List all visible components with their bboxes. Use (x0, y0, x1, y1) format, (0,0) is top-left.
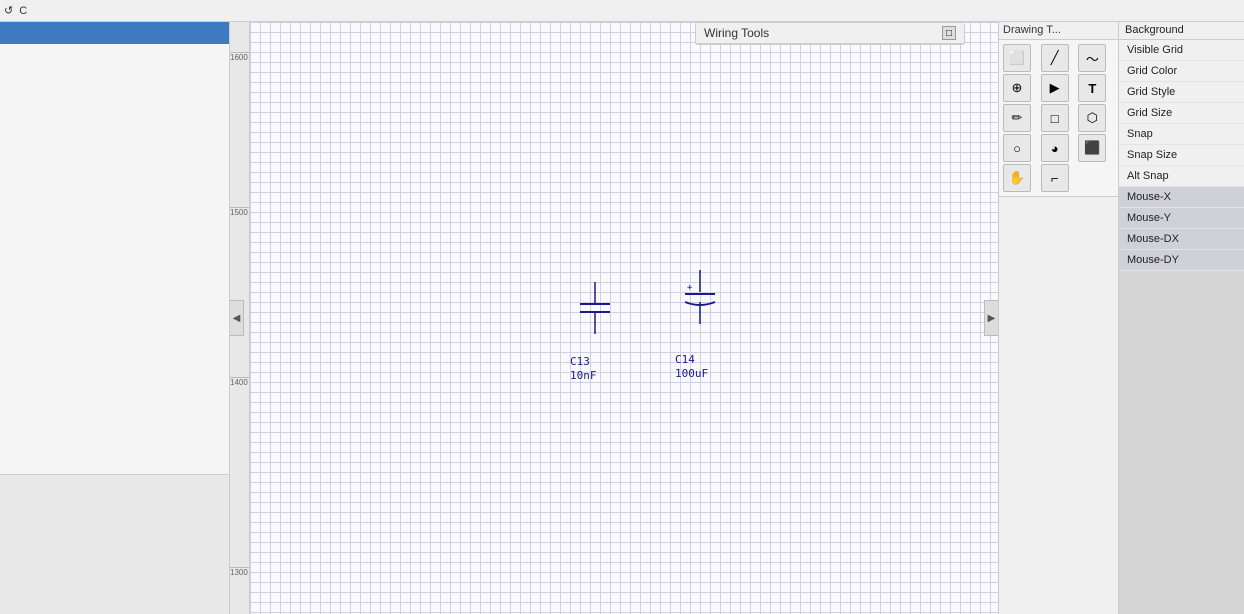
prop-mouse-x[interactable]: Mouse-X (1119, 187, 1244, 208)
drawing-tools-header: Drawing T... (999, 22, 1118, 40)
drawing-tools-panel: Drawing T... ⬜ ╱ 〜 ⊕ ▶ T ✏ □ ⬡ ○ ◕ ⬛ ✋ ⌐ (998, 22, 1118, 614)
ruler-mark-1600: 1600 (230, 52, 249, 62)
capacitor-c13-symbol (570, 282, 620, 352)
ruler-mark-1400: 1400 (230, 377, 249, 387)
prop-mouse-dx[interactable]: Mouse-DX (1119, 229, 1244, 250)
tool-route[interactable]: ⌐ (1041, 164, 1069, 192)
drawing-tools-grid: ⬜ ╱ 〜 ⊕ ▶ T ✏ □ ⬡ ○ ◕ ⬛ ✋ ⌐ (999, 40, 1118, 197)
top-bar: ↺ C (0, 0, 1244, 22)
c14-label: C14 100uF (675, 352, 730, 380)
prop-visible-grid[interactable]: Visible Grid (1119, 40, 1244, 61)
prop-alt-snap[interactable]: Alt Snap (1119, 166, 1244, 187)
collapse-right-button[interactable]: ▶ (984, 300, 998, 336)
prop-snap-size[interactable]: Snap Size (1119, 145, 1244, 166)
tool-draw[interactable]: ✏ (1003, 104, 1031, 132)
component-c13[interactable]: C13 10nF (570, 282, 620, 382)
ruler-mark-1500: 1500 (230, 207, 249, 217)
left-sidebar-top (0, 22, 229, 44)
tool-circle[interactable]: ○ (1003, 134, 1031, 162)
undo-button[interactable]: ↺ (4, 4, 13, 17)
properties-bottom (1119, 271, 1244, 614)
tool-add-text[interactable]: T (1078, 74, 1106, 102)
canvas-wrapper[interactable]: 1600 1500 1400 1300 (230, 22, 998, 614)
properties-panel: Background Visible Grid Grid Color Grid … (1118, 22, 1244, 614)
tool-rectangle[interactable]: □ (1041, 104, 1069, 132)
c13-label: C13 10nF (570, 354, 620, 382)
tool-polygon[interactable]: ⬡ (1078, 104, 1106, 132)
component-c14[interactable]: + C14 100uF (675, 270, 730, 380)
svg-text:+: + (687, 283, 693, 293)
tool-select[interactable]: ⬜ (1003, 44, 1031, 72)
tool-bus[interactable]: 〜 (1078, 44, 1106, 72)
tool-arc[interactable]: ◕ (1041, 134, 1069, 162)
prop-grid-style[interactable]: Grid Style (1119, 82, 1244, 103)
wiring-tools-header[interactable]: Wiring Tools □ (696, 23, 964, 44)
tool-add-junction[interactable]: ⊕ (1003, 74, 1031, 102)
wiring-tools-panel: Wiring Tools □ (695, 22, 965, 45)
wiring-tools-close-button[interactable]: □ (942, 26, 956, 40)
prop-snap[interactable]: Snap (1119, 124, 1244, 145)
prop-mouse-dy[interactable]: Mouse-DY (1119, 250, 1244, 271)
tool-pan[interactable]: ✋ (1003, 164, 1031, 192)
wiring-tools-title: Wiring Tools (704, 26, 769, 40)
canvas-grid[interactable]: 1600 1500 1400 1300 (230, 22, 998, 614)
capacitor-c14-symbol: + (675, 270, 730, 350)
prop-grid-color[interactable]: Grid Color (1119, 61, 1244, 82)
canvas-area: Wiring Tools □ 1600 1500 1400 1300 (230, 22, 998, 614)
collapse-left-button[interactable]: ◀ (230, 300, 244, 336)
tool-add-label[interactable]: ▶ (1041, 74, 1069, 102)
tool-empty (1078, 164, 1106, 192)
ruler-mark-1300: 1300 (230, 567, 249, 577)
redo-button[interactable]: C (19, 5, 27, 17)
left-sidebar (0, 22, 230, 614)
main-layout: Wiring Tools □ 1600 1500 1400 1300 (0, 22, 1244, 614)
prop-mouse-y[interactable]: Mouse-Y (1119, 208, 1244, 229)
tool-wire[interactable]: ╱ (1041, 44, 1069, 72)
prop-grid-size[interactable]: Grid Size (1119, 103, 1244, 124)
tool-image[interactable]: ⬛ (1078, 134, 1106, 162)
properties-header: Background (1119, 22, 1244, 40)
left-sidebar-content (0, 44, 229, 474)
left-sidebar-bottom (0, 474, 229, 614)
